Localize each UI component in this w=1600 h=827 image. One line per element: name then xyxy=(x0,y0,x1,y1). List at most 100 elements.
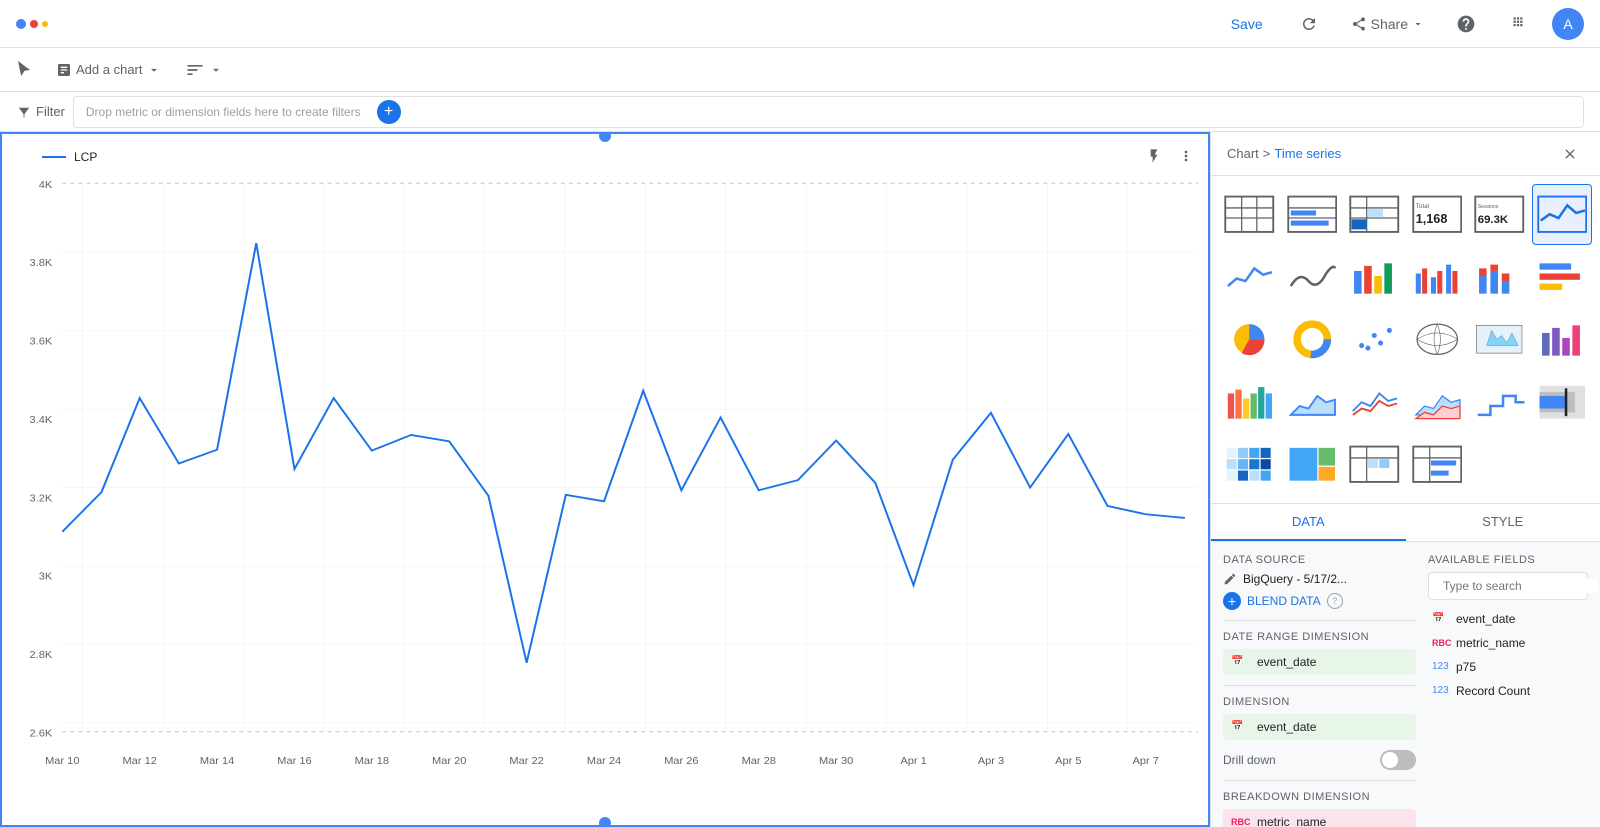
chart-type-area[interactable] xyxy=(1282,372,1343,433)
search-box xyxy=(1428,572,1588,600)
field-event-date[interactable]: 📅 event_date xyxy=(1428,608,1588,630)
more-tools-button[interactable] xyxy=(177,54,231,86)
svg-text:Sessions: Sessions xyxy=(1478,204,1499,210)
svg-text:Mar 26: Mar 26 xyxy=(664,756,698,767)
svg-text:Mar 28: Mar 28 xyxy=(742,756,776,767)
blend-info-icon[interactable]: ? xyxy=(1327,593,1343,609)
chart-type-multiline[interactable] xyxy=(1344,372,1405,433)
field-metric-name[interactable]: RBC metric_name xyxy=(1428,632,1588,654)
svg-text:Mar 24: Mar 24 xyxy=(587,756,621,767)
available-fields-label: Available Fields xyxy=(1428,554,1588,566)
num-field-icon-2: 123 xyxy=(1432,685,1450,696)
svg-text:4K: 4K xyxy=(39,179,53,190)
chart-type-pivot[interactable] xyxy=(1344,434,1405,495)
chart-type-treemap[interactable] xyxy=(1282,434,1343,495)
chart-type-table[interactable] xyxy=(1219,184,1280,245)
svg-text:Mar 18: Mar 18 xyxy=(355,756,389,767)
svg-text:3.6K: 3.6K xyxy=(30,336,53,347)
chart-type-bar[interactable] xyxy=(1344,247,1405,308)
chart-type-geo2[interactable] xyxy=(1469,309,1530,370)
chart-type-smooth-line[interactable] xyxy=(1282,247,1343,308)
main-area: LCP 4K 3.8K 3.6K 3.4K 3.2K xyxy=(0,132,1600,827)
topbar: Save Share A xyxy=(0,0,1600,48)
breakdown-field[interactable]: RBC metric_name xyxy=(1223,809,1416,827)
chart-type-timeseries[interactable] xyxy=(1532,184,1593,245)
svg-text:Apr 5: Apr 5 xyxy=(1055,756,1081,767)
dimension-section: Dimension 📅 event_date xyxy=(1223,696,1416,740)
chart-type-pie[interactable] xyxy=(1219,309,1280,370)
svg-text:3.2K: 3.2K xyxy=(30,493,53,504)
chart-type-sparkline[interactable] xyxy=(1219,247,1280,308)
panel-content: Data source BigQuery - 5/17/2... + BLEND… xyxy=(1211,542,1600,827)
svg-text:Apr 3: Apr 3 xyxy=(978,756,1004,767)
date-range-label: Date Range Dimension xyxy=(1223,631,1416,643)
toolbar: Add a chart xyxy=(0,48,1600,92)
svg-text:Mar 10: Mar 10 xyxy=(45,756,79,767)
chart-type-donut[interactable] xyxy=(1282,309,1343,370)
breadcrumb-chart: Chart xyxy=(1227,146,1259,161)
svg-text:69.3K: 69.3K xyxy=(1478,214,1509,226)
data-source-label: Data source xyxy=(1223,554,1416,566)
avatar[interactable]: A xyxy=(1552,8,1584,40)
date-range-field[interactable]: 📅 event_date xyxy=(1223,649,1416,675)
data-source-name[interactable]: BigQuery - 5/17/2... xyxy=(1243,572,1347,586)
num-field-icon: 123 xyxy=(1432,661,1450,672)
search-input[interactable] xyxy=(1443,579,1598,593)
chart-legend: LCP xyxy=(42,150,97,164)
chart-type-geo[interactable] xyxy=(1407,309,1468,370)
chart-type-pivot-bars[interactable] xyxy=(1407,434,1468,495)
save-button[interactable]: Save xyxy=(1219,10,1275,38)
dimension-label: Dimension xyxy=(1223,696,1416,708)
drill-down-toggle[interactable] xyxy=(1380,750,1416,770)
chart-type-table-bars[interactable] xyxy=(1282,184,1343,245)
filter-drop-zone: Drop metric or dimension fields here to … xyxy=(73,96,1584,128)
panel-header: Chart > Time series xyxy=(1211,132,1600,176)
resize-handle-top[interactable] xyxy=(599,132,611,142)
chart-more-button[interactable] xyxy=(1172,142,1200,170)
svg-text:1,168: 1,168 xyxy=(1415,212,1447,226)
resize-handle-bottom[interactable] xyxy=(599,817,611,827)
calendar-icon: 📅 xyxy=(1231,656,1251,667)
chart-type-colbar2[interactable] xyxy=(1532,309,1593,370)
tab-data[interactable]: DATA xyxy=(1211,504,1406,541)
chart-type-scorecard-total[interactable]: Total1,168 xyxy=(1407,184,1468,245)
chart-type-colbar3[interactable] xyxy=(1219,372,1280,433)
svg-text:Mar 16: Mar 16 xyxy=(277,756,311,767)
rbc-field-icon: RBC xyxy=(1432,638,1450,648)
chart-type-bullet[interactable] xyxy=(1532,372,1593,433)
field-p75[interactable]: 123 p75 xyxy=(1428,656,1588,678)
dimension-field[interactable]: 📅 event_date xyxy=(1223,714,1416,740)
date-range-section: Date Range Dimension 📅 event_date xyxy=(1223,631,1416,675)
chart-type-multiarea[interactable] xyxy=(1407,372,1468,433)
chart-type-stacked[interactable] xyxy=(1469,247,1530,308)
tab-style[interactable]: STYLE xyxy=(1406,504,1600,541)
topbar-right: Save Share A xyxy=(1219,6,1584,42)
add-chart-button[interactable]: Add a chart xyxy=(48,56,169,84)
right-panel: Chart > Time series Total1,168 xyxy=(1210,132,1600,827)
chart-type-scorecard-sessions[interactable]: Sessions 69.3K xyxy=(1469,184,1530,245)
chart-type-stepped[interactable] xyxy=(1469,372,1530,433)
panel-close-button[interactable] xyxy=(1556,140,1584,168)
chart-type-heatmap[interactable] xyxy=(1219,434,1280,495)
add-filter-button[interactable]: + xyxy=(377,100,401,124)
svg-text:Mar 22: Mar 22 xyxy=(509,756,543,767)
field-record-count[interactable]: 123 Record Count xyxy=(1428,680,1588,702)
chart-lightning-button[interactable] xyxy=(1140,142,1168,170)
chart-type-table-heatmap[interactable] xyxy=(1344,184,1405,245)
rbc-icon: RBC xyxy=(1231,817,1251,827)
chart-area: LCP 4K 3.8K 3.6K 3.4K 3.2K xyxy=(0,132,1210,827)
select-tool-button[interactable] xyxy=(8,54,40,86)
apps-button[interactable] xyxy=(1500,6,1536,42)
chart-type-multibar[interactable] xyxy=(1407,247,1468,308)
blend-data-row[interactable]: + BLEND DATA ? xyxy=(1223,592,1416,610)
share-button[interactable]: Share xyxy=(1343,10,1432,38)
refresh-button[interactable] xyxy=(1291,6,1327,42)
chart-type-scatter[interactable] xyxy=(1344,309,1405,370)
divider-1 xyxy=(1223,620,1416,621)
logo-dot-blue xyxy=(16,19,26,29)
panel-title: Chart > Time series xyxy=(1227,146,1341,161)
chart-type-hbar[interactable] xyxy=(1532,247,1593,308)
svg-text:Apr 7: Apr 7 xyxy=(1132,756,1158,767)
help-button[interactable] xyxy=(1448,6,1484,42)
breakdown-section: Breakdown Dimension RBC metric_name xyxy=(1223,791,1416,827)
